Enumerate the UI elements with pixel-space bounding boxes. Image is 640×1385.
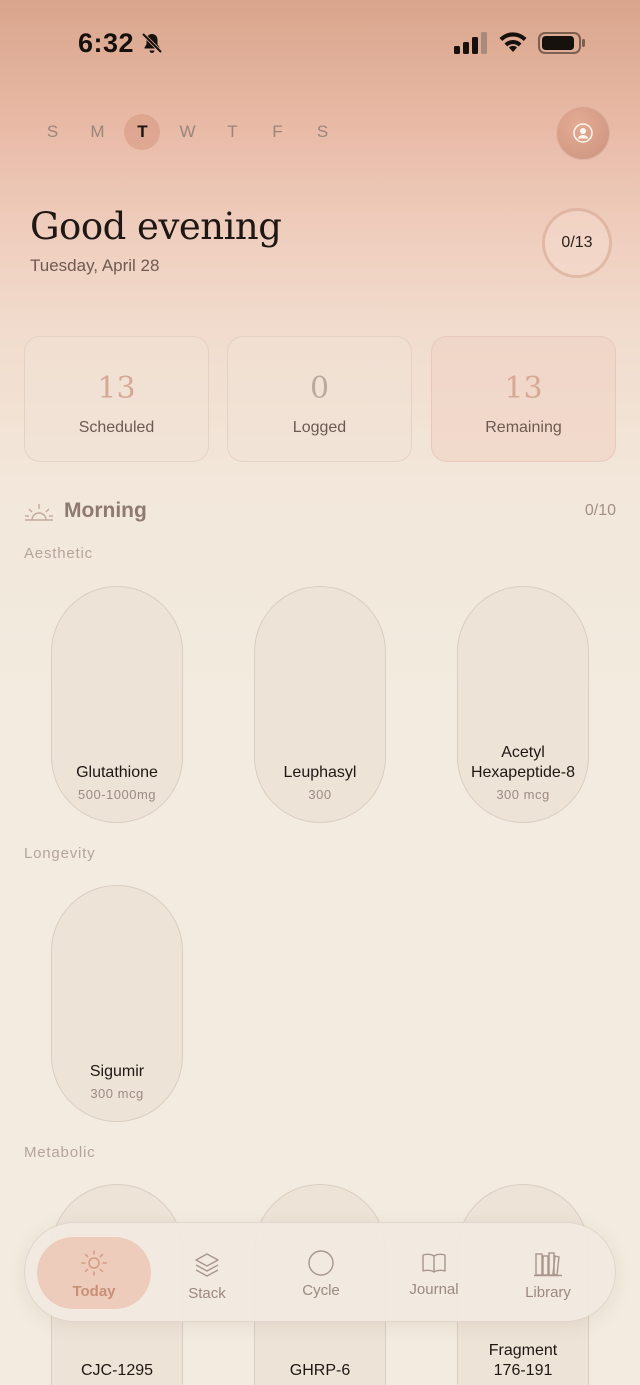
book-icon	[422, 1253, 446, 1273]
pill-name-line-1: Fragment	[488, 1342, 558, 1359]
profile-button[interactable]	[556, 106, 610, 160]
cellular-signal-icon	[454, 32, 487, 54]
tab-stack[interactable]: Stack	[150, 1237, 264, 1309]
group-label-longevity: Longevity	[24, 845, 96, 862]
tab-library[interactable]: Library	[491, 1237, 605, 1309]
tab-label: Cycle	[302, 1282, 340, 1299]
bell-muted-icon	[141, 32, 163, 54]
day-wednesday[interactable]: W	[165, 114, 210, 150]
pill-dose: 300 mcg	[90, 1086, 144, 1101]
peptide-pill-glutathione[interactable]: Glutathione 500-1000mg	[51, 586, 183, 823]
pill-name-line-1: Acetyl	[501, 744, 545, 761]
bottom-tab-bar: Today Stack Cycle Journal Library	[24, 1222, 616, 1322]
pill-dose: 300	[308, 787, 332, 802]
tab-cycle[interactable]: Cycle	[264, 1237, 378, 1309]
stat-scheduled-value: 13	[97, 371, 136, 406]
pill-name: GHRP-6	[289, 1362, 351, 1379]
greeting-title: Good evening	[30, 205, 282, 248]
day-sunday[interactable]: S	[30, 114, 75, 150]
day-thursday[interactable]: T	[210, 114, 255, 150]
books-icon	[534, 1252, 562, 1277]
pill-name: Sigumir	[89, 1063, 145, 1080]
stat-scheduled-label: Scheduled	[78, 419, 155, 436]
pill-name: Leuphasyl	[283, 764, 357, 781]
pill-name: Glutathione	[76, 764, 158, 781]
tab-label: Library	[525, 1284, 571, 1301]
stat-remaining-value: 13	[504, 371, 543, 406]
stats-row: 13 Scheduled 0 Logged 13 Remaining	[24, 336, 616, 462]
layers-icon	[195, 1253, 219, 1277]
tab-label: Journal	[409, 1281, 459, 1298]
day-friday[interactable]: F	[255, 114, 300, 150]
pill-dose: 500-1000mg	[78, 787, 156, 802]
pill-name: CJC-1295	[80, 1362, 154, 1379]
section-count-morning: 0/10	[584, 502, 616, 519]
section-title-morning: Morning	[64, 499, 147, 522]
daily-progress-ring[interactable]: 0/13	[542, 208, 612, 278]
stat-card-scheduled[interactable]: 13 Scheduled	[24, 336, 209, 462]
day-monday[interactable]: M	[75, 114, 120, 150]
day-saturday[interactable]: S	[300, 114, 345, 150]
pill-name-line-2: Hexapeptide-8	[470, 764, 576, 781]
pill-dose: 300 mcg	[496, 787, 550, 802]
status-bar: 6:32	[0, 0, 640, 88]
peptide-pill-acetyl-hexapeptide-8[interactable]: Acetyl Hexapeptide-8 300 mcg	[457, 586, 589, 823]
week-day-selector: S M T W T F S	[30, 114, 345, 150]
user-icon	[573, 123, 593, 143]
battery-icon	[538, 32, 585, 54]
stat-card-remaining[interactable]: 13 Remaining	[431, 336, 616, 462]
peptide-pill-sigumir[interactable]: Sigumir 300 mcg	[51, 885, 183, 1122]
day-tuesday-selected[interactable]: T	[120, 114, 165, 150]
tab-label: Stack	[188, 1285, 226, 1302]
sunrise-icon	[25, 504, 53, 521]
group-label-metabolic: Metabolic	[24, 1144, 96, 1161]
morning-section-header: Morning 0/10	[24, 494, 616, 530]
stat-logged-label: Logged	[292, 419, 347, 436]
tab-today[interactable]: Today	[37, 1237, 151, 1309]
peptide-pill-leuphasyl[interactable]: Leuphasyl 300	[254, 586, 386, 823]
wifi-icon	[499, 32, 527, 52]
pill-name-line-2: 176-191	[493, 1362, 553, 1379]
tab-journal[interactable]: Journal	[377, 1237, 491, 1309]
current-date: Tuesday, April 28	[30, 256, 160, 275]
stat-logged-value: 0	[309, 371, 330, 406]
circle-icon	[308, 1250, 334, 1276]
sun-icon	[81, 1250, 107, 1276]
stat-card-logged[interactable]: 0 Logged	[227, 336, 412, 462]
tab-label: Today	[72, 1283, 116, 1300]
status-time: 6:32	[78, 28, 135, 58]
group-label-aesthetic: Aesthetic	[24, 545, 93, 562]
stat-remaining-label: Remaining	[485, 419, 562, 436]
